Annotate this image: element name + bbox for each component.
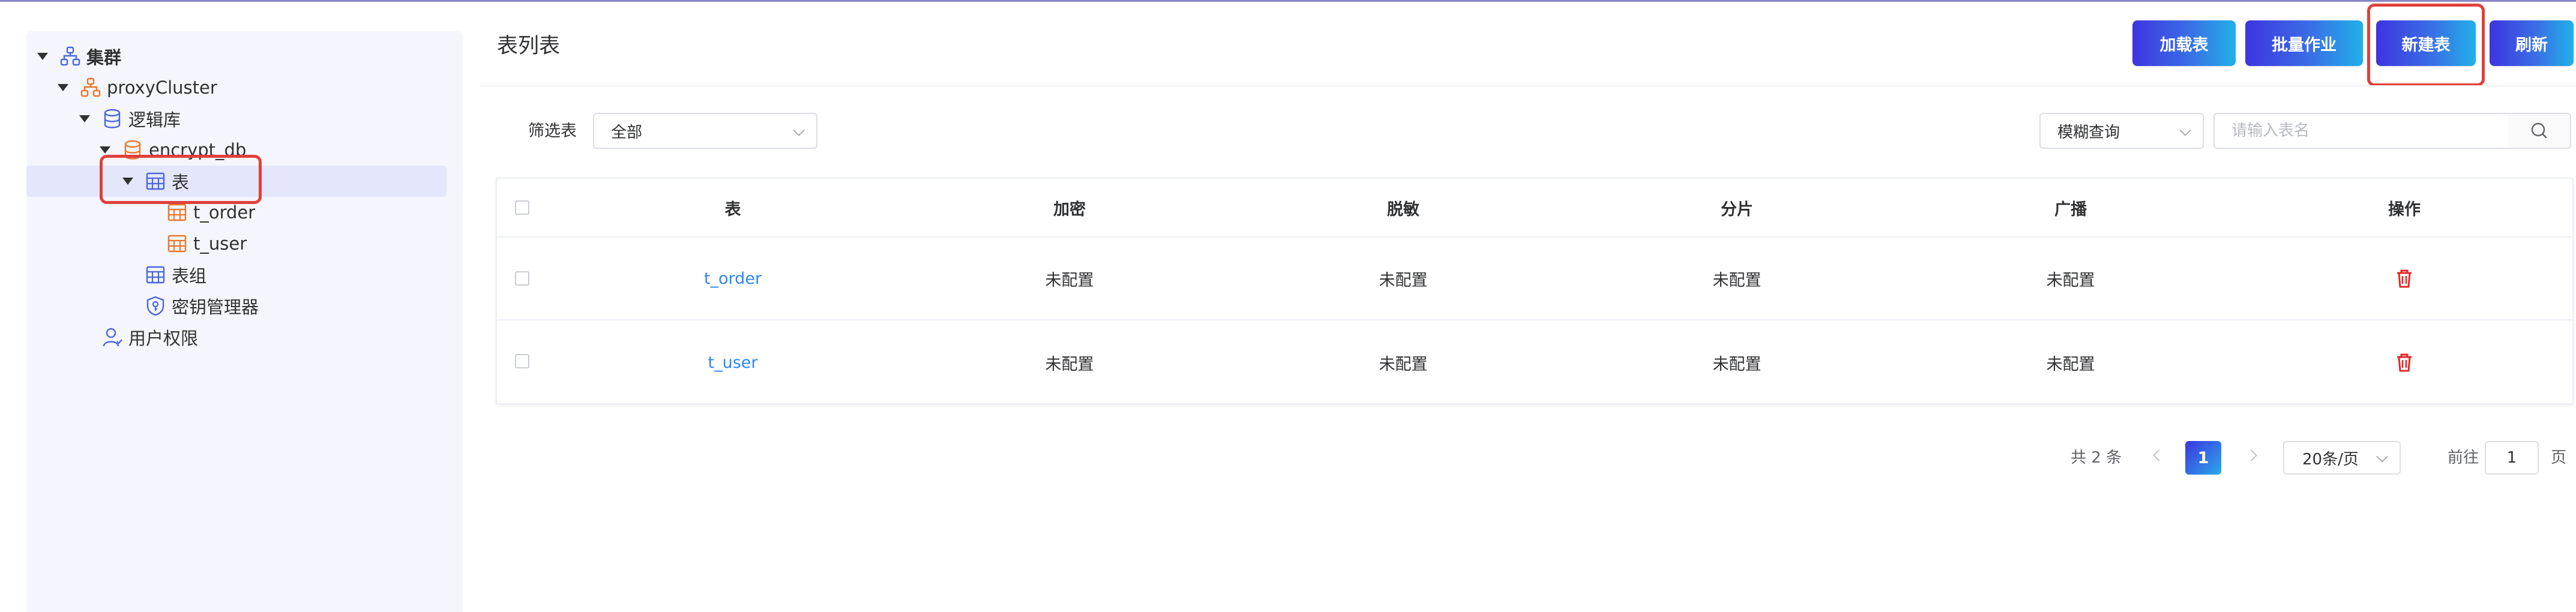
table-icon <box>167 203 187 221</box>
header-divider <box>480 85 2576 86</box>
tree-item-label: 逻辑库 <box>128 110 181 130</box>
page-size-select[interactable]: 20条/页 <box>2283 441 2401 475</box>
trash-icon <box>2397 353 2412 372</box>
tree-item-proxycluster[interactable]: proxyCluster <box>58 72 217 103</box>
column-header-table: 表 <box>724 200 741 219</box>
tree-item-table-group[interactable]: 表组 <box>145 259 206 290</box>
column-header-encrypt: 加密 <box>1053 200 1086 219</box>
refresh-button[interactable]: 刷新 <box>2490 20 2574 66</box>
table-row: t_user 未配置 未配置 未配置 未配置 <box>497 320 2572 404</box>
filter-label: 筛选表 <box>528 122 577 140</box>
encrypt-status: 未配置 <box>1045 271 1094 290</box>
column-header-shard: 分片 <box>1721 200 1753 219</box>
proxy-cluster-icon <box>80 77 101 97</box>
page-size-value: 20条/页 <box>2302 450 2359 469</box>
chevron-down-icon <box>793 124 805 136</box>
goto-page-input[interactable] <box>2485 441 2539 475</box>
chevron-down-icon <box>2179 124 2191 136</box>
delete-button[interactable] <box>2392 320 2416 404</box>
tree-item-label: 密钥管理器 <box>172 297 259 317</box>
next-page-icon[interactable] <box>2245 449 2257 461</box>
top-border <box>0 0 2576 2</box>
select-all-checkbox[interactable] <box>515 200 529 215</box>
query-mode-value: 模糊查询 <box>2057 123 2120 142</box>
key-manager-icon <box>146 296 164 316</box>
column-header-mask: 脱敏 <box>1387 200 1419 219</box>
filter-select[interactable]: 全部 <box>593 113 817 149</box>
shard-status: 未配置 <box>1712 355 1762 374</box>
cluster-icon <box>60 46 80 66</box>
caret-down-icon[interactable] <box>37 53 48 60</box>
row-checkbox[interactable] <box>515 354 529 368</box>
table-name-search-input[interactable] <box>2213 113 2509 149</box>
column-header-broadcast: 广播 <box>2054 200 2087 219</box>
highlight-box-tables-node <box>100 155 262 204</box>
tree-item-cluster[interactable]: 集群 <box>37 41 121 72</box>
table-name-link[interactable]: t_user <box>708 320 758 404</box>
tree-item-label: proxyCluster <box>107 77 217 98</box>
mask-status: 未配置 <box>1379 271 1428 290</box>
caret-down-icon[interactable] <box>100 146 110 154</box>
trash-icon <box>2397 269 2412 288</box>
column-header-actions: 操作 <box>2388 200 2421 219</box>
tree-item-label: t_user <box>193 233 247 254</box>
tree-item-key-manager[interactable]: 密钥管理器 <box>145 290 259 322</box>
tree-item-label: t_order <box>193 202 256 223</box>
load-table-button[interactable]: 加载表 <box>2132 20 2236 66</box>
database-icon <box>104 109 121 128</box>
goto-label: 前往 <box>2448 449 2479 467</box>
tree-item-t-user[interactable]: t_user <box>167 228 247 259</box>
page-title: 表列表 <box>497 34 561 58</box>
goto-suffix: 页 <box>2551 449 2567 467</box>
tree-item-user-permission[interactable]: 用户权限 <box>102 322 198 353</box>
row-checkbox[interactable] <box>515 271 529 286</box>
search-button[interactable] <box>2508 113 2571 149</box>
page-number-current[interactable]: 1 <box>2185 441 2221 475</box>
shard-status: 未配置 <box>1712 271 1762 290</box>
caret-down-icon[interactable] <box>58 84 68 91</box>
pagination-total: 共 2 条 <box>2071 449 2122 467</box>
encrypt-status: 未配置 <box>1045 355 1094 374</box>
tree-item-label: 集群 <box>86 47 122 68</box>
caret-down-icon[interactable] <box>79 115 90 122</box>
table-row: t_order 未配置 未配置 未配置 未配置 <box>497 238 2572 320</box>
delete-button[interactable] <box>2392 238 2416 319</box>
mask-status: 未配置 <box>1379 355 1428 374</box>
chevron-down-icon <box>2376 451 2388 463</box>
broadcast-status: 未配置 <box>2046 355 2095 374</box>
highlight-box-new-table <box>2367 4 2485 86</box>
search-icon <box>2531 122 2547 139</box>
tree-item-label: 用户权限 <box>128 328 199 349</box>
user-icon <box>103 328 122 347</box>
broadcast-status: 未配置 <box>2046 271 2095 290</box>
table-name-link[interactable]: t_order <box>704 238 762 319</box>
prev-page-icon[interactable] <box>2153 449 2165 461</box>
tree-item-label: 表组 <box>172 266 207 286</box>
table-header-row: 表 加密 脱敏 分片 广播 操作 <box>497 179 2572 238</box>
table-icon <box>167 235 187 253</box>
batch-job-button[interactable]: 批量作业 <box>2245 20 2363 66</box>
query-mode-select[interactable]: 模糊查询 <box>2039 113 2204 149</box>
table-group-icon <box>146 266 165 284</box>
filter-select-value: 全部 <box>611 123 643 142</box>
tree-item-logic-db[interactable]: 逻辑库 <box>79 103 181 134</box>
tables-list-table: 表 加密 脱敏 分片 广播 操作 t_order 未配置 未配置 未配置 未配置… <box>496 178 2574 404</box>
